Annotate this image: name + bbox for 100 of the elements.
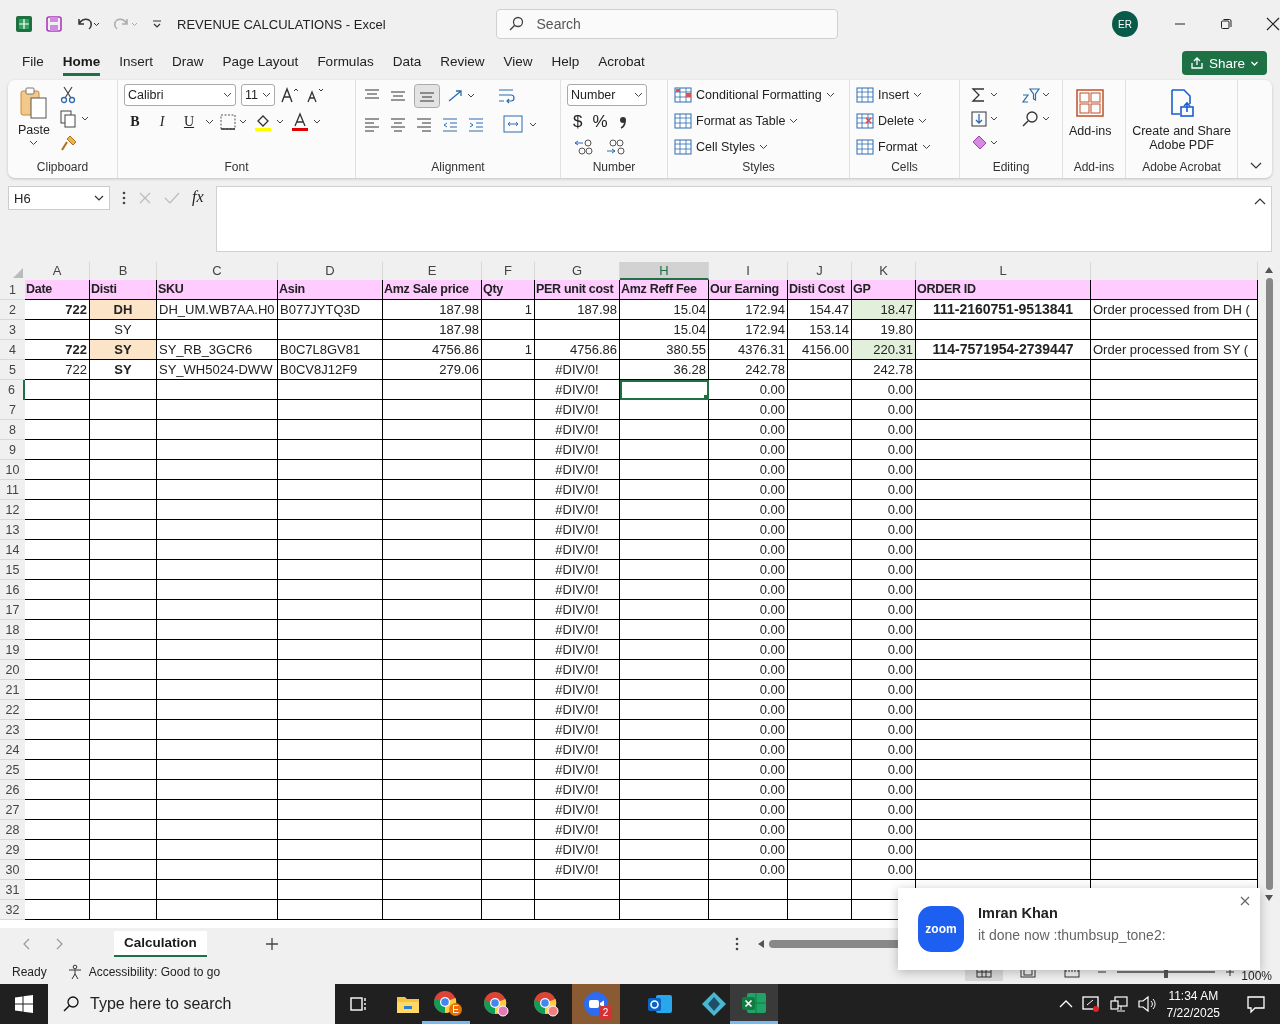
selected-cell[interactable] <box>620 380 709 400</box>
menu-tab[interactable]: Formulas <box>317 50 374 76</box>
font-style-button[interactable]: I <box>151 114 173 130</box>
number-format-button[interactable]: $ <box>573 112 583 132</box>
fill-down-icon[interactable] <box>970 110 1000 128</box>
font-name-dropdown[interactable]: Calibri <box>124 84 236 106</box>
menu-tab[interactable]: Acrobat <box>598 50 645 76</box>
cells-menu-button[interactable]: Delete <box>856 110 931 132</box>
row-header[interactable]: 27 <box>0 800 25 820</box>
row-header[interactable]: 19 <box>0 640 25 660</box>
row-header[interactable]: 16 <box>0 580 25 600</box>
row-header[interactable]: 2 <box>0 300 25 320</box>
scroll-down-icon[interactable] <box>1264 894 1274 902</box>
add-ins-button[interactable]: Add-ins <box>1069 84 1112 160</box>
insert-function-button[interactable]: fx <box>192 188 204 206</box>
align-center-icon[interactable] <box>388 115 408 133</box>
scroll-thumb[interactable] <box>1265 278 1273 890</box>
increase-decimal-icon[interactable] <box>573 138 595 156</box>
row-header[interactable]: 3 <box>0 320 25 340</box>
browser-icon[interactable] <box>533 991 559 1017</box>
menu-tab[interactable]: File <box>22 50 44 76</box>
row-header[interactable]: 9 <box>0 440 25 460</box>
font-style-button[interactable]: U <box>178 114 200 130</box>
copy-icon[interactable] <box>59 110 90 128</box>
notification-toast[interactable]: zoom Imran Khan it done now :thumbsup_tone2: <box>898 888 1260 970</box>
check-icon[interactable] <box>164 191 180 205</box>
task-view-icon[interactable] <box>349 995 369 1013</box>
font-size-dropdown[interactable]: 11 <box>241 84 275 106</box>
search-icon[interactable] <box>1020 110 1052 128</box>
menu-tab[interactable]: Help <box>551 50 580 76</box>
mail-app-icon[interactable] <box>647 992 673 1016</box>
browser-icon[interactable] <box>483 991 509 1017</box>
row-header[interactable]: 22 <box>0 700 25 720</box>
menu-tab[interactable]: Review <box>440 50 485 76</box>
row-header[interactable]: 31 <box>0 880 25 900</box>
decrease-decimal-icon[interactable] <box>605 138 627 156</box>
row-header[interactable]: 11 <box>0 480 25 500</box>
row-header[interactable]: 17 <box>0 600 25 620</box>
sum-icon[interactable] <box>970 86 1000 104</box>
chevron-up-icon[interactable] <box>1058 999 1073 1009</box>
menu-tab[interactable]: View <box>503 50 533 76</box>
sheet-tab[interactable]: Calculation <box>114 931 207 957</box>
wrap-text-icon[interactable] <box>496 86 518 106</box>
menu-tab[interactable]: Insert <box>119 50 154 76</box>
row-header[interactable]: 6 <box>0 380 25 400</box>
zoom-in-icon[interactable] <box>1225 967 1236 977</box>
styles-menu-button[interactable]: Cell Styles <box>674 136 835 158</box>
row-header[interactable]: 26 <box>0 780 25 800</box>
menu-tab[interactable]: Page Layout <box>222 50 299 76</box>
row-header[interactable]: 32 <box>0 900 25 920</box>
spreadsheet-app-icon[interactable] <box>741 990 767 1015</box>
cut-icon[interactable] <box>59 86 76 104</box>
styles-menu-button[interactable]: Format as Table <box>674 110 835 132</box>
align-left-icon[interactable] <box>362 115 382 133</box>
row-header[interactable]: 21 <box>0 680 25 700</box>
name-box[interactable]: H6 <box>8 186 110 210</box>
number-format-dropdown[interactable]: Number <box>567 84 647 106</box>
row-header[interactable]: 25 <box>0 760 25 780</box>
row-header[interactable]: 24 <box>0 740 25 760</box>
save-icon[interactable] <box>45 15 63 33</box>
folder-icon[interactable] <box>396 994 420 1014</box>
comma-style-icon[interactable] <box>617 114 628 130</box>
customize-toolbar-icon[interactable] <box>151 18 163 30</box>
row-header[interactable]: 30 <box>0 860 25 880</box>
undo-icon[interactable] <box>75 15 101 33</box>
font-color-icon[interactable] <box>291 112 323 132</box>
speaker-icon[interactable] <box>1136 995 1157 1013</box>
row-header[interactable]: 10 <box>0 460 25 480</box>
eraser-icon[interactable] <box>970 134 1000 152</box>
align-bottom-icon[interactable] <box>414 84 440 108</box>
column-header[interactable]: H <box>620 262 709 280</box>
browser-icon[interactable] <box>433 989 459 1016</box>
row-header[interactable]: 15 <box>0 560 25 580</box>
diamond-app-icon[interactable] <box>700 991 728 1017</box>
row-header[interactable]: 13 <box>0 520 25 540</box>
share-button[interactable]: Share <box>1181 51 1267 75</box>
restore-icon[interactable] <box>1220 18 1232 30</box>
more-icon[interactable] <box>734 937 739 951</box>
row-header[interactable]: 14 <box>0 540 25 560</box>
row-header[interactable]: 4 <box>0 340 25 360</box>
notifications-icon[interactable] <box>1246 994 1266 1014</box>
cells-menu-button[interactable]: Insert <box>856 84 931 106</box>
accessibility-icon[interactable] <box>66 964 83 980</box>
menu-tab[interactable]: Home <box>62 50 101 76</box>
row-header[interactable]: 7 <box>0 400 25 420</box>
row-header[interactable]: 12 <box>0 500 25 520</box>
more-icon[interactable] <box>122 191 126 205</box>
scroll-left-icon[interactable] <box>756 939 765 949</box>
align-right-icon[interactable] <box>414 115 434 133</box>
number-format-button[interactable]: % <box>592 112 608 132</box>
row-header[interactable]: 5 <box>0 360 25 380</box>
styles-menu-button[interactable]: Conditional Formatting <box>674 84 835 106</box>
menu-tab[interactable]: Draw <box>172 50 204 76</box>
create-pdf-button[interactable]: Create and Share Adobe PDF <box>1132 84 1231 160</box>
taskbar-search-field[interactable]: Type here to search <box>48 984 335 1024</box>
scroll-up-icon[interactable] <box>1264 266 1274 274</box>
merge-cells-icon[interactable] <box>502 114 538 134</box>
row-header[interactable]: 20 <box>0 660 25 680</box>
font-style-button[interactable]: B <box>124 114 146 130</box>
borders-icon[interactable] <box>219 113 249 131</box>
